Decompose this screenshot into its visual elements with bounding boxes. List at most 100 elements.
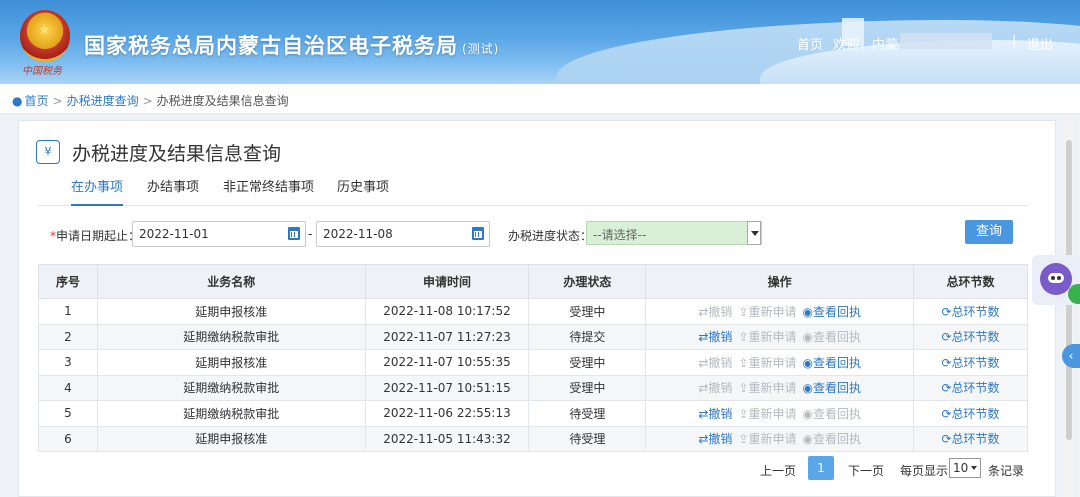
breadcrumb-current: 办税进度及结果信息查询 bbox=[156, 94, 289, 108]
total-steps-link[interactable]: ⟳总环节数 bbox=[942, 432, 1000, 446]
cell-business-name: 延期申报核准 bbox=[96, 425, 366, 452]
col-header-total-steps: 总环节数 bbox=[913, 264, 1028, 299]
cell-actions: ⇄撤销 ⇪重新申请 ◉查看回执 bbox=[645, 400, 915, 427]
calendar-icon[interactable] bbox=[288, 227, 300, 240]
table-row: 3 延期申报核准 2022-11-07 10:55:35 受理中 ⇄撤销 ⇪重新申请 ◉查看… bbox=[38, 349, 1028, 376]
cell-total-steps: ⟳总环节数 bbox=[913, 323, 1028, 350]
site-subtitle: (测试) bbox=[462, 42, 500, 56]
cell-apply-time: 2022-11-08 10:17:52 bbox=[364, 298, 530, 325]
cell-business-name: 延期缴纳税款审批 bbox=[96, 323, 366, 350]
breadcrumb: ● 首页 > 办税进度查询 > 办税进度及结果信息查询 bbox=[0, 84, 1080, 114]
resubmit-button: ⇪重新申请 bbox=[738, 406, 797, 421]
table-row: 5 延期缴纳税款审批 2022-11-06 22:55:13 待受理 ⇄撤销 ⇪重新申请 ◉… bbox=[38, 400, 1028, 427]
tab-abnormal-terminated[interactable]: 非正常终结事项 bbox=[223, 176, 314, 206]
site-title: 国家税务总局内蒙古自治区电子税务局 (测试) bbox=[84, 30, 499, 60]
cell-no: 6 bbox=[38, 425, 98, 452]
top-nav: 首页 欢迎，内蒙 bbox=[797, 34, 908, 53]
tab-bar: 在办事项 办结事项 非正常终结事项 历史事项 bbox=[38, 172, 1028, 206]
cell-business-name: 延期缴纳税款审批 bbox=[96, 374, 366, 401]
welcome-text: 欢迎，内蒙 bbox=[833, 38, 899, 53]
date-range-dash: - bbox=[308, 227, 313, 241]
view-receipt-button: ◉查看回执 bbox=[802, 330, 861, 345]
prev-page-button[interactable]: 上一页 bbox=[760, 462, 796, 479]
cell-no: 2 bbox=[38, 323, 98, 350]
breadcrumb-progress-query[interactable]: 办税进度查询 bbox=[67, 94, 139, 108]
resubmit-button: ⇪重新申请 bbox=[738, 381, 797, 396]
total-steps-link[interactable]: ⟳总环节数 bbox=[942, 356, 1000, 370]
col-header-time: 申请时间 bbox=[364, 264, 530, 299]
status-select-value: --请选择-- bbox=[593, 228, 647, 242]
chevron-down-icon[interactable] bbox=[747, 221, 761, 245]
chevron-left-icon[interactable]: ‹ bbox=[1062, 344, 1080, 368]
revoke-button[interactable]: ⇄撤销 bbox=[698, 407, 732, 421]
cell-apply-time: 2022-11-07 10:55:35 bbox=[364, 349, 530, 376]
tab-in-progress[interactable]: 在办事项 bbox=[71, 176, 124, 206]
cell-total-steps: ⟳总环节数 bbox=[913, 374, 1028, 401]
cell-status: 待提交 bbox=[528, 323, 647, 350]
total-steps-link[interactable]: ⟳总环节数 bbox=[942, 407, 1000, 421]
date-range-label-text: 申请日期起止： bbox=[56, 229, 141, 243]
cell-apply-time: 2022-11-05 11:43:32 bbox=[364, 425, 530, 452]
cell-actions: ⇄撤销 ⇪重新申请 ◉查看回执 bbox=[645, 374, 915, 401]
view-receipt-button: ◉查看回执 bbox=[802, 432, 861, 447]
total-steps-link[interactable]: ⟳总环节数 bbox=[942, 381, 1000, 395]
status-select[interactable]: --请选择-- bbox=[586, 221, 762, 245]
resubmit-button: ⇪重新申请 bbox=[738, 355, 797, 370]
nav-home-link[interactable]: 首页 bbox=[797, 38, 823, 53]
cell-actions: ⇄撤销 ⇪重新申请 ◉查看回执 bbox=[645, 323, 915, 350]
breadcrumb-home[interactable]: 首页 bbox=[24, 94, 48, 108]
cell-status: 受理中 bbox=[528, 374, 647, 401]
cell-no: 3 bbox=[38, 349, 98, 376]
tax-ticket-icon: ¥ bbox=[36, 140, 60, 164]
emblem-script: 中国税务 bbox=[22, 66, 62, 77]
revoke-button: ⇄撤销 bbox=[698, 304, 733, 319]
revoke-button[interactable]: ⇄撤销 bbox=[698, 432, 732, 446]
cell-actions: ⇄撤销 ⇪重新申请 ◉查看回执 bbox=[645, 349, 915, 376]
revoke-button[interactable]: ⇄撤销 bbox=[698, 330, 732, 344]
cell-apply-time: 2022-11-06 22:55:13 bbox=[364, 400, 530, 427]
breadcrumb-arrow: > bbox=[142, 94, 153, 108]
col-header-status: 办理状态 bbox=[528, 264, 647, 299]
star-icon: ★ bbox=[38, 22, 51, 38]
revoke-button: ⇄撤销 bbox=[698, 381, 733, 396]
next-page-button[interactable]: 下一页 bbox=[848, 462, 884, 479]
total-steps-link[interactable]: ⟳总环节数 bbox=[942, 330, 1000, 344]
cell-actions: ⇄撤销 ⇪重新申请 ◉查看回执 bbox=[645, 425, 915, 452]
view-receipt-button[interactable]: ◉查看回执 bbox=[803, 305, 861, 319]
col-header-name: 业务名称 bbox=[96, 264, 366, 299]
results-table: 序号 业务名称 申请时间 办理状态 操作 总环节数 1 延期申报核准 2022-11… bbox=[38, 264, 1028, 452]
location-pin-icon: ● bbox=[12, 94, 23, 108]
cell-status: 受理中 bbox=[528, 298, 647, 325]
tab-completed[interactable]: 办结事项 bbox=[147, 176, 199, 206]
site-title-text: 国家税务总局内蒙古自治区电子税务局 bbox=[84, 34, 458, 58]
cell-apply-time: 2022-11-07 10:51:15 bbox=[364, 374, 530, 401]
tab-history[interactable]: 历史事项 bbox=[337, 176, 389, 206]
query-button[interactable]: 查询 bbox=[965, 220, 1013, 244]
end-date-value: 2022-11-08 bbox=[323, 227, 393, 241]
cell-total-steps: ⟳总环节数 bbox=[913, 349, 1028, 376]
view-receipt-button[interactable]: ◉查看回执 bbox=[803, 356, 861, 370]
per-page-select[interactable]: 10 bbox=[949, 458, 981, 478]
page-title: 办税进度及结果信息查询 bbox=[72, 143, 282, 165]
date-range-label: *申请日期起止： bbox=[50, 227, 140, 244]
cell-total-steps: ⟳总环节数 bbox=[913, 298, 1028, 325]
resubmit-button: ⇪重新申请 bbox=[738, 330, 797, 345]
redacted-username bbox=[900, 33, 992, 49]
calendar-icon[interactable] bbox=[472, 227, 484, 240]
logout-link[interactable]: 退出 bbox=[1027, 34, 1053, 53]
per-page-value: 10 bbox=[953, 461, 969, 475]
cell-business-name: 延期申报核准 bbox=[96, 349, 366, 376]
current-page-button[interactable]: 1 bbox=[808, 456, 834, 480]
view-receipt-button[interactable]: ◉查看回执 bbox=[803, 381, 861, 395]
cell-total-steps: ⟳总环节数 bbox=[913, 400, 1028, 427]
start-date-input[interactable]: 2022-11-01 bbox=[132, 221, 306, 247]
col-header-no: 序号 bbox=[38, 264, 98, 299]
cell-business-name: 延期缴纳税款审批 bbox=[96, 400, 366, 427]
table-row: 1 延期申报核准 2022-11-08 10:17:52 受理中 ⇄撤销 ⇪重新申请 ◉查看… bbox=[38, 298, 1028, 325]
table-row: 4 延期缴纳税款审批 2022-11-07 10:51:15 受理中 ⇄撤销 ⇪重新申请 ◉… bbox=[38, 374, 1028, 401]
cell-status: 受理中 bbox=[528, 349, 647, 376]
cell-actions: ⇄撤销 ⇪重新申请 ◉查看回执 bbox=[645, 298, 915, 325]
end-date-input[interactable]: 2022-11-08 bbox=[316, 221, 490, 247]
robot-icon bbox=[1040, 263, 1072, 295]
total-steps-link[interactable]: ⟳总环节数 bbox=[942, 305, 1000, 319]
